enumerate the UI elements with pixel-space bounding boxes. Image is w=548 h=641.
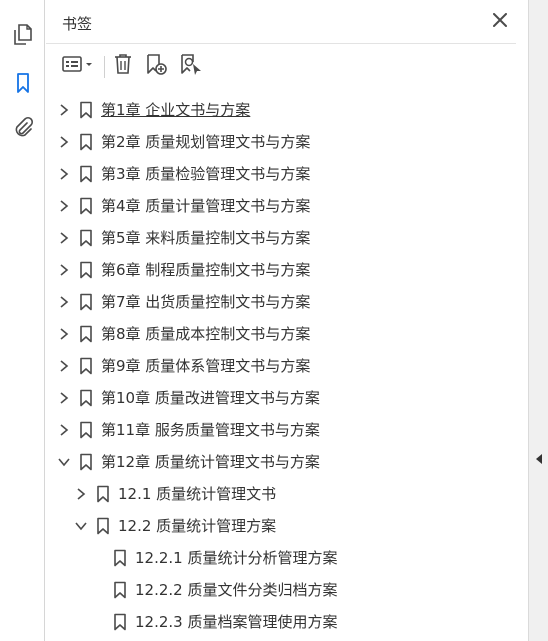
bookmark-row[interactable]: 第11章 服务质量管理文书与方案 bbox=[46, 414, 528, 446]
bookmark-item-icon bbox=[78, 196, 94, 216]
toolbar-divider bbox=[104, 56, 105, 78]
bookmark-item-icon bbox=[78, 164, 94, 184]
bookmark-item-icon bbox=[95, 516, 111, 536]
chevron-right-icon[interactable] bbox=[56, 390, 72, 406]
bookmark-row[interactable]: 12.2.2 质量文件分类归档方案 bbox=[46, 574, 528, 606]
chevron-right-icon[interactable] bbox=[56, 102, 72, 118]
bookmark-label: 第2章 质量规划管理文书与方案 bbox=[101, 133, 311, 151]
panel-title: 书签 bbox=[62, 15, 93, 33]
header-divider bbox=[46, 43, 516, 44]
bookmark-item-icon bbox=[78, 100, 94, 120]
chevron-right-icon[interactable] bbox=[56, 358, 72, 374]
bookmark-label: 第4章 质量计量管理文书与方案 bbox=[101, 197, 311, 215]
options-menu-button[interactable] bbox=[58, 52, 98, 80]
bookmark-label: 12.2 质量统计管理方案 bbox=[118, 517, 277, 535]
bookmark-label: 第11章 服务质量管理文书与方案 bbox=[101, 421, 320, 439]
new-bookmark-icon bbox=[144, 52, 170, 80]
bookmark-row[interactable]: 第10章 质量改进管理文书与方案 bbox=[46, 382, 528, 414]
chevron-right-icon[interactable] bbox=[56, 134, 72, 150]
delete-bookmark-button[interactable] bbox=[110, 52, 136, 80]
bookmark-label: 第9章 质量体系管理文书与方案 bbox=[101, 357, 311, 375]
bookmark-row[interactable]: 12.1 质量统计管理文书 bbox=[46, 478, 528, 510]
chevron-right-icon[interactable] bbox=[56, 198, 72, 214]
bookmark-item-icon bbox=[95, 484, 111, 504]
chevron-right-icon[interactable] bbox=[56, 422, 72, 438]
bookmark-label: 第6章 制程质量控制文书与方案 bbox=[101, 261, 311, 279]
new-bookmark-button[interactable] bbox=[143, 52, 171, 80]
navigation-rail bbox=[0, 0, 45, 641]
close-panel-button[interactable] bbox=[490, 11, 510, 31]
page-thumbnails-button[interactable] bbox=[9, 21, 37, 49]
bookmark-label: 第12章 质量统计管理文书与方案 bbox=[101, 453, 320, 471]
panel-splitter[interactable] bbox=[528, 0, 548, 641]
bookmark-row[interactable]: 12.2 质量统计管理方案 bbox=[46, 510, 528, 542]
bookmark-item-icon bbox=[112, 548, 128, 568]
bookmark-row[interactable]: 第7章 出货质量控制文书与方案 bbox=[46, 286, 528, 318]
bookmark-row[interactable]: 第8章 质量成本控制文书与方案 bbox=[46, 318, 528, 350]
attachment-icon bbox=[12, 116, 34, 140]
bookmark-label: 第1章 企业文书与方案 bbox=[101, 101, 251, 119]
bookmarks-toolbar bbox=[46, 48, 528, 84]
bookmark-item-icon bbox=[78, 356, 94, 376]
bookmark-row[interactable]: 12.2.1 质量统计分析管理方案 bbox=[46, 542, 528, 574]
bookmark-item-icon bbox=[78, 420, 94, 440]
bookmark-row[interactable]: 第4章 质量计量管理文书与方案 bbox=[46, 190, 528, 222]
bookmark-item-icon bbox=[112, 580, 128, 600]
bookmark-item-icon bbox=[78, 260, 94, 280]
close-icon bbox=[493, 12, 507, 31]
bookmark-item-icon bbox=[112, 612, 128, 632]
chevron-right-icon[interactable] bbox=[56, 166, 72, 182]
bookmark-item-icon bbox=[78, 452, 94, 472]
trash-icon bbox=[112, 52, 134, 80]
add-bookmark-from-selection-button[interactable] bbox=[177, 52, 205, 80]
bookmark-item-icon bbox=[78, 228, 94, 248]
bookmark-row[interactable]: 第1章 企业文书与方案 bbox=[46, 94, 528, 126]
chevron-down-icon[interactable] bbox=[73, 518, 89, 534]
bookmark-icon bbox=[13, 71, 33, 95]
bookmark-item-icon bbox=[78, 324, 94, 344]
chevron-right-icon[interactable] bbox=[56, 294, 72, 310]
chevron-right-icon[interactable] bbox=[56, 326, 72, 342]
chevron-right-icon[interactable] bbox=[56, 262, 72, 278]
bookmark-label: 12.2.1 质量统计分析管理方案 bbox=[135, 549, 338, 567]
bookmark-row[interactable]: 第9章 质量体系管理文书与方案 bbox=[46, 350, 528, 382]
bookmark-row[interactable]: 12.2.3 质量档案管理使用方案 bbox=[46, 606, 528, 638]
bookmark-item-icon bbox=[78, 388, 94, 408]
bookmark-item-icon bbox=[78, 292, 94, 312]
bookmark-row[interactable]: 第2章 质量规划管理文书与方案 bbox=[46, 126, 528, 158]
bookmark-row[interactable]: 第12章 质量统计管理文书与方案 bbox=[46, 446, 528, 478]
chevron-right-icon[interactable] bbox=[73, 486, 89, 502]
bookmark-search-icon bbox=[178, 52, 204, 80]
bookmark-row[interactable]: 第6章 制程质量控制文书与方案 bbox=[46, 254, 528, 286]
bookmark-item-icon bbox=[78, 132, 94, 152]
page-thumbnails-icon bbox=[12, 23, 34, 47]
bookmark-label: 第3章 质量检验管理文书与方案 bbox=[101, 165, 311, 183]
bookmark-label: 第10章 质量改进管理文书与方案 bbox=[101, 389, 320, 407]
collapse-left-icon bbox=[535, 450, 543, 469]
chevron-down-icon[interactable] bbox=[56, 454, 72, 470]
bookmarks-panel: 书签 第1章 企业文书与方案 第2章 质量规划管理文书与方案 第3章 质量检验管… bbox=[46, 0, 528, 641]
attachments-button[interactable] bbox=[9, 114, 37, 142]
options-list-icon bbox=[60, 54, 96, 78]
bookmark-label: 第5章 来料质量控制文书与方案 bbox=[101, 229, 311, 247]
bookmark-label: 第8章 质量成本控制文书与方案 bbox=[101, 325, 311, 343]
bookmark-label: 第7章 出货质量控制文书与方案 bbox=[101, 293, 311, 311]
bookmark-label: 12.2.3 质量档案管理使用方案 bbox=[135, 613, 338, 631]
collapse-panel-button[interactable] bbox=[534, 452, 544, 466]
bookmark-row[interactable]: 第3章 质量检验管理文书与方案 bbox=[46, 158, 528, 190]
bookmarks-panel-button[interactable] bbox=[9, 69, 37, 97]
bookmark-label: 12.2.2 质量文件分类归档方案 bbox=[135, 581, 338, 599]
bookmark-row[interactable]: 第5章 来料质量控制文书与方案 bbox=[46, 222, 528, 254]
bookmark-label: 12.1 质量统计管理文书 bbox=[118, 485, 277, 503]
panel-header: 书签 bbox=[46, 0, 528, 44]
chevron-right-icon[interactable] bbox=[56, 230, 72, 246]
